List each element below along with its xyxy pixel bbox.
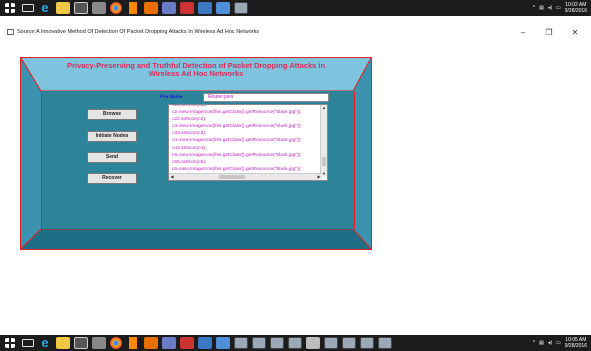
notification-icon[interactable]: ▭ (556, 340, 561, 346)
chrome-icon[interactable] (110, 2, 122, 14)
task-view-icon[interactable] (22, 339, 34, 347)
app-heading: Privacy-Preserving and Truthful Detectio… (66, 61, 326, 78)
vlc-icon[interactable] (126, 337, 140, 349)
media-icon[interactable] (92, 2, 106, 14)
app-window-icon[interactable] (198, 337, 212, 349)
horizontal-scrollbar[interactable]: ◀ ▶ (169, 173, 322, 180)
code-line: c6=new ImageIcon(this.getClass().getReso… (172, 166, 302, 172)
code-line: c7=new ImageIcon(this.getClass().getReso… (172, 180, 318, 181)
volume-icon[interactable]: ◂) (548, 5, 552, 11)
file-explorer-icon[interactable] (56, 337, 70, 349)
store-icon[interactable] (74, 337, 88, 349)
app-window-icon[interactable] (324, 337, 338, 349)
network-icon[interactable]: ▤ (539, 340, 544, 346)
close-button[interactable]: ✕ (567, 28, 583, 37)
initiate-nodes-button[interactable]: Initiate Nodes (87, 131, 137, 142)
window-titlebar: Source:A Innovative Method Of Detection … (0, 26, 591, 38)
chevron-up-icon[interactable]: ^ (533, 5, 535, 11)
scroll-right-icon[interactable]: ▶ (316, 174, 322, 180)
volume-icon[interactable]: ◂) (548, 340, 552, 346)
app-window-icon[interactable] (288, 337, 302, 349)
network-icon[interactable]: ▤ (539, 5, 544, 11)
code-line: c22.setIcon(c2); (172, 117, 207, 123)
minimize-button[interactable]: – (515, 28, 531, 37)
snipping-tool-icon[interactable] (162, 2, 176, 14)
window-title: Source:A Innovative Method Of Detection … (17, 29, 260, 35)
code-line: c55.setIcon(c5); (172, 159, 207, 165)
windows-start-icon[interactable] (5, 3, 15, 13)
app-window-icon[interactable] (270, 337, 284, 349)
vertical-scrollbar[interactable]: ▲ ▼ (320, 105, 327, 176)
store-icon[interactable] (74, 2, 88, 14)
clock[interactable]: 10:05 AM 9/28/2016 (565, 337, 587, 349)
code-line: c5=new ImageIcon(this.getClass().getReso… (172, 152, 302, 158)
tool-icon[interactable] (180, 337, 194, 349)
app-window-icon[interactable] (198, 2, 212, 14)
code-line: c4=new ImageIcon(this.getClass().getReso… (172, 138, 302, 144)
app-window-icon[interactable] (216, 337, 230, 349)
vertical-scroll-thumb[interactable] (322, 157, 326, 166)
code-lines: c10.setIcon(c1); c2=new ImageIcon(this.ge… (172, 105, 318, 181)
clock-date: 9/28/2016 (564, 8, 587, 14)
app-window-icon[interactable] (252, 337, 266, 349)
system-tray: ^ ▤ ◂) ▭ 10:02 AM 9/28/2016 (529, 0, 587, 16)
app-window-icon[interactable] (234, 337, 248, 349)
vlc-icon[interactable] (126, 2, 140, 14)
app-window-icon[interactable] (378, 337, 392, 349)
app-window-icon[interactable] (306, 337, 320, 349)
clock[interactable]: 10:02 AM 9/28/2016 (565, 2, 587, 14)
internet-explorer-icon[interactable]: e (38, 336, 52, 349)
clock-date: 9/28/2016 (564, 343, 587, 349)
snipping-tool-icon[interactable] (162, 337, 176, 349)
file-explorer-icon[interactable] (56, 2, 70, 14)
media-icon[interactable] (92, 337, 106, 349)
app-window-icon[interactable] (360, 337, 374, 349)
horizontal-scroll-thumb[interactable] (219, 175, 245, 179)
code-line: c2=new ImageIcon(this.getClass().getReso… (172, 110, 302, 116)
app-window-icon[interactable] (216, 2, 230, 14)
app-window-icon[interactable] (234, 2, 248, 14)
scroll-left-icon[interactable]: ◀ (169, 174, 175, 180)
app-window-icon (7, 29, 14, 35)
task-view-icon[interactable] (22, 4, 34, 12)
chrome-icon[interactable] (110, 337, 122, 349)
java-icon[interactable] (144, 337, 158, 349)
recover-button[interactable]: Recover (87, 173, 137, 184)
java-icon[interactable] (144, 2, 158, 14)
windows-start-icon[interactable] (5, 338, 15, 348)
taskbar-bottom: e ^ ▤ ◂) ▭ 10:05 AM 9/28/2016 (0, 335, 591, 351)
chevron-up-icon[interactable]: ^ (533, 340, 535, 346)
code-text-area[interactable]: c10.setIcon(c1); c2=new ImageIcon(this.ge… (168, 104, 328, 181)
system-tray: ^ ▤ ◂) ▭ 10:05 AM 9/28/2016 (529, 335, 587, 351)
app-window-icon[interactable] (342, 337, 356, 349)
code-line: c44.setIcon(c4); (172, 145, 207, 151)
file-name-field[interactable]: Router.java (203, 93, 329, 102)
taskbar-top: e ^ ▤ ◂) ▭ 10:02 AM 9/28/2016 (0, 0, 591, 16)
app-frame: Privacy-Preserving and Truthful Detectio… (20, 57, 372, 250)
browse-button[interactable]: Browse (87, 109, 137, 120)
notification-icon[interactable]: ▭ (556, 5, 561, 11)
maximize-button[interactable]: ❐ (541, 28, 557, 37)
tool-icon[interactable] (180, 2, 194, 14)
code-line: c33.setIcon(c3); (172, 131, 207, 137)
code-line: c3=new ImageIcon(this.getClass().getReso… (172, 124, 302, 130)
scroll-up-icon[interactable]: ▲ (321, 105, 327, 110)
file-name-label: File Name (160, 95, 183, 100)
main-panel: Browse Initiate Nodes Send Recover File … (41, 91, 355, 229)
send-button[interactable]: Send (87, 152, 137, 163)
internet-explorer-icon[interactable]: e (38, 1, 52, 14)
